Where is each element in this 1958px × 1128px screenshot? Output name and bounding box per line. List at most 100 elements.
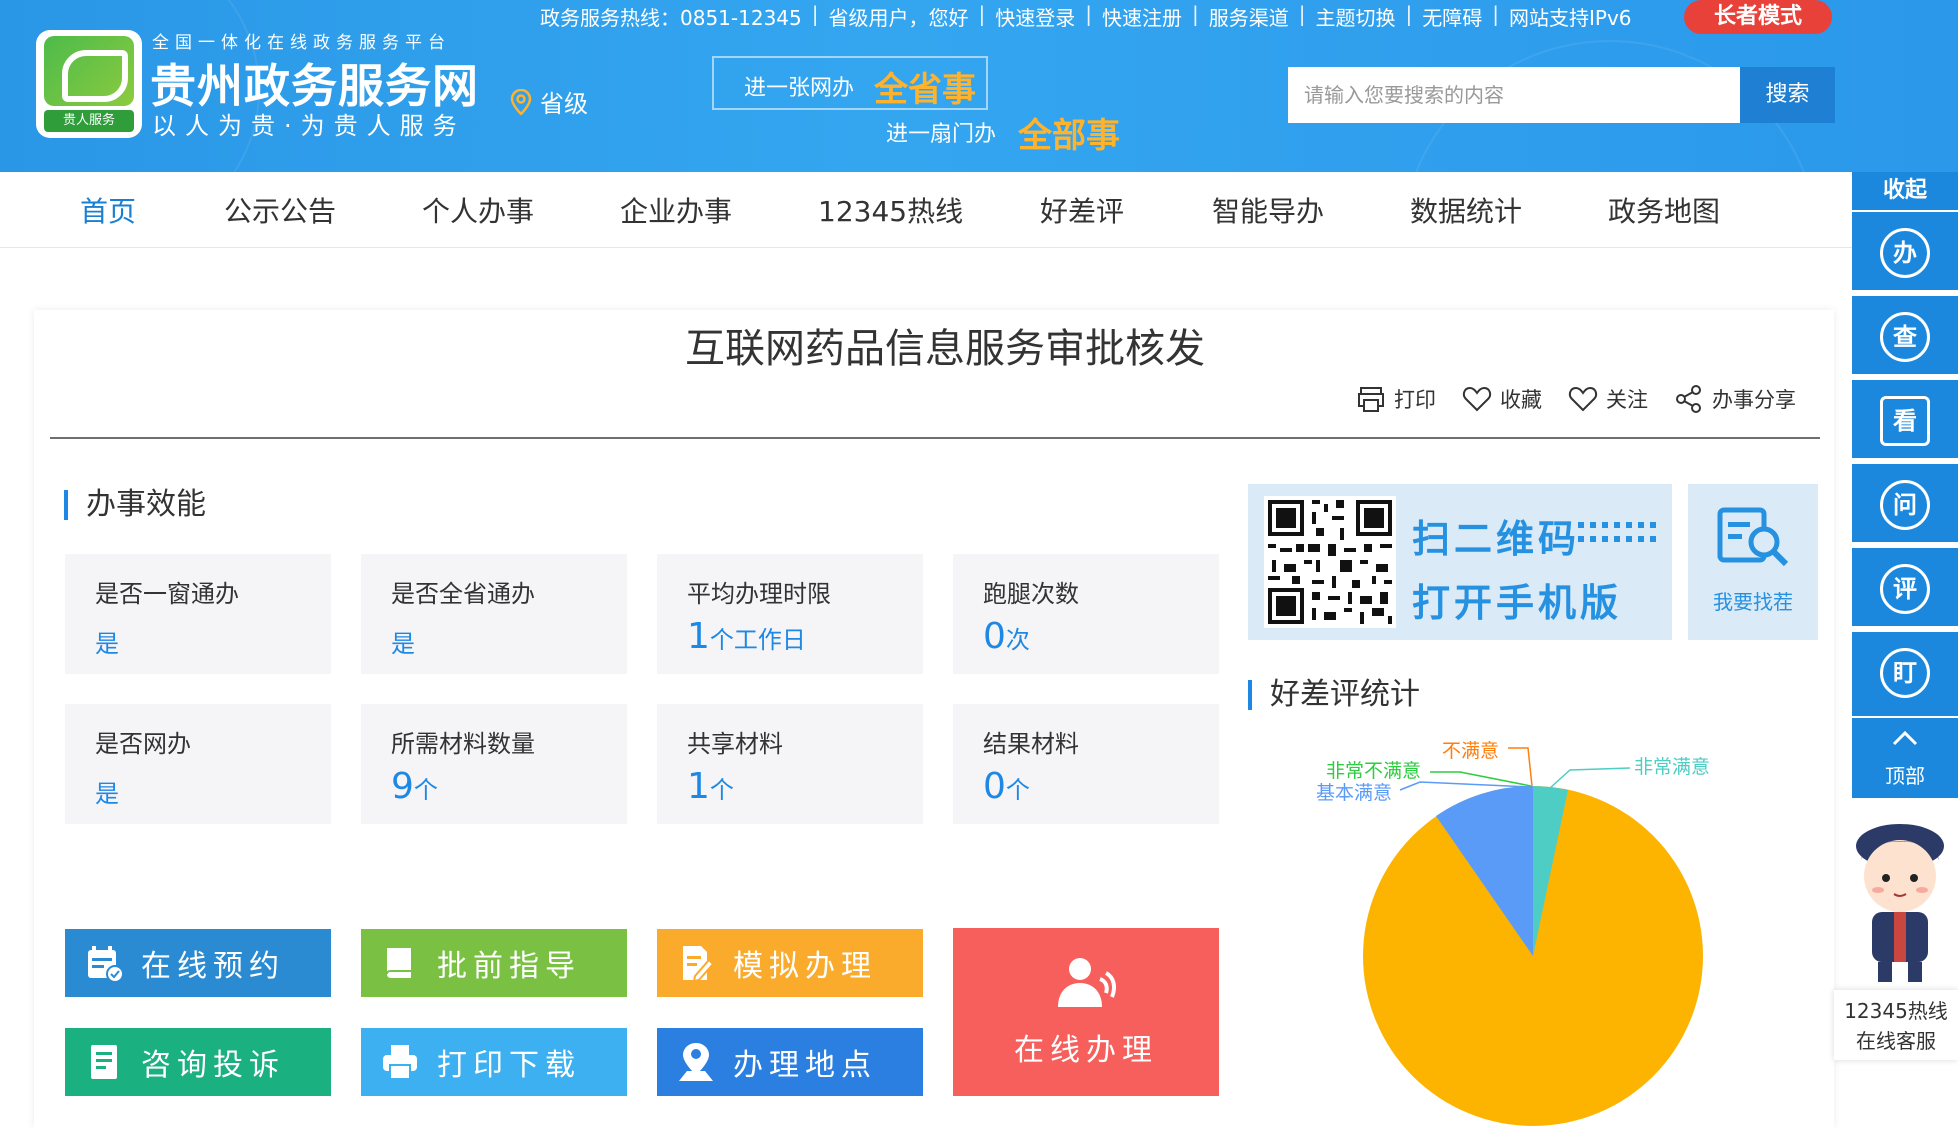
nav-item-home[interactable]: 首页	[80, 190, 136, 230]
stat-materials: 所需材料数量 9个	[361, 704, 627, 824]
collapse-button[interactable]: 收起	[1852, 172, 1958, 210]
qr-code-image	[1264, 496, 1396, 628]
back-to-top-button[interactable]: 顶部	[1852, 716, 1958, 798]
hotline-text: 政务服务热线：0851-12345	[540, 6, 802, 30]
share-icon	[1676, 385, 1701, 413]
search-button[interactable]: 搜索	[1740, 67, 1835, 123]
nav-item-announcements[interactable]: 公示公告	[224, 190, 336, 230]
pre-guidance-button[interactable]: 批前指导	[361, 929, 627, 997]
quick-register-link[interactable]: 快速注册	[1102, 2, 1182, 31]
online-booking-button[interactable]: 在线预约	[65, 929, 331, 997]
quick-login-link[interactable]: 快速登录	[995, 2, 1075, 31]
top-utility-bar: 政务服务热线：0851-12345 | 省级用户，您好 | 快速登录 | 快速注…	[540, 2, 1632, 31]
document-list-icon	[91, 1045, 117, 1079]
stat-province-wide: 是否全省通办 是	[361, 554, 627, 674]
logo-emblem	[44, 36, 134, 106]
stat-value: 0个	[983, 766, 1030, 807]
pre-guidance-label: 批前指导	[437, 949, 581, 984]
print-download-button[interactable]: 打印下载	[361, 1028, 627, 1096]
theme-switch-link[interactable]: 主题切换	[1316, 2, 1396, 31]
consult-complaint-label: 咨询投诉	[141, 1048, 285, 1083]
leader-line-very-satisfied	[1549, 767, 1631, 789]
region-selector[interactable]: 省级	[510, 84, 588, 119]
ipv6-link[interactable]: 网站支持IPv6	[1509, 2, 1632, 31]
share-action[interactable]: 办事分享	[1674, 384, 1796, 414]
leader-line-very-dissatisfied	[1430, 771, 1532, 787]
print-download-label: 打印下载	[437, 1048, 581, 1083]
consult-complaint-button[interactable]: 咨询投诉	[65, 1028, 331, 1096]
stat-label: 所需材料数量	[391, 730, 535, 758]
search-input[interactable]	[1288, 67, 1740, 123]
mascot-avatar[interactable]	[1840, 818, 1958, 988]
nav-item-evaluation[interactable]: 好差评	[1040, 190, 1124, 230]
stat-one-window: 是否一窗通办 是	[65, 554, 331, 674]
favorite-action[interactable]: 收藏	[1462, 384, 1542, 414]
pie-label-dissatisfied: 不满意	[1442, 740, 1500, 762]
search-document-icon	[1717, 507, 1789, 567]
site-logo[interactable]: 贵人服务	[36, 30, 142, 138]
report-issue-panel[interactable]: 我要找茬	[1688, 484, 1818, 640]
stat-value: 9个	[391, 766, 438, 807]
online-handle-label: 在线办理	[1014, 1033, 1158, 1068]
site-slogan: 以人为贵·为贵人服务	[152, 112, 466, 140]
site-header: 贵人服务 全国一体化在线政务服务平台 贵州政务服务网 以人为贵·为贵人服务 省级…	[0, 0, 1958, 172]
elder-mode-button[interactable]: 长者模式	[1684, 0, 1832, 34]
slogan-banner-top: 进一张网办 全省事	[712, 56, 988, 110]
nav-item-personal[interactable]: 个人办事	[422, 190, 534, 230]
stat-label: 跑腿次数	[983, 580, 1079, 608]
sidebar-evaluate-button[interactable]: 评	[1852, 546, 1958, 626]
user-service-icon	[1058, 958, 1116, 1007]
accessibility-link[interactable]: 无障碍	[1422, 2, 1482, 31]
region-label: 省级	[540, 90, 588, 118]
hotline-widget-line1: 12345热线	[1844, 999, 1948, 1023]
online-booking-label: 在线预约	[141, 949, 285, 984]
heart-icon	[1568, 386, 1598, 412]
stat-online: 是否网办 是	[65, 704, 331, 824]
stat-value: 是	[391, 630, 415, 658]
simulate-label: 模拟办理	[733, 949, 877, 984]
service-channels-link[interactable]: 服务渠道	[1209, 2, 1289, 31]
separator: |	[1405, 2, 1413, 26]
location-pin-icon	[510, 88, 532, 115]
follow-label: 关注	[1606, 388, 1648, 412]
sidebar-ask-button[interactable]: 问	[1852, 462, 1958, 542]
location-button[interactable]: 办理地点	[657, 1028, 923, 1096]
watch-icon: 盯	[1880, 648, 1930, 698]
sidebar-watch-button[interactable]: 盯	[1852, 630, 1958, 716]
stat-value: 1个	[687, 766, 734, 807]
nav-item-statistics[interactable]: 数据统计	[1410, 190, 1522, 230]
heart-icon	[1462, 386, 1492, 412]
nav-item-smart-guide[interactable]: 智能导办	[1212, 190, 1324, 230]
simulate-button[interactable]: 模拟办理	[657, 929, 923, 997]
stat-result-materials: 结果材料 0个	[953, 704, 1219, 824]
edit-document-icon	[683, 946, 715, 983]
qr-mobile-panel[interactable]: 扫二维码 打开手机版	[1248, 484, 1672, 640]
hotline-service-widget[interactable]: 12345热线 在线客服	[1834, 990, 1958, 1060]
sidebar-handle-button[interactable]: 办	[1852, 210, 1958, 290]
print-action[interactable]: 打印	[1356, 384, 1436, 414]
banner-line1-highlight: 全省事	[874, 70, 976, 110]
follow-action[interactable]: 关注	[1568, 384, 1648, 414]
qr-scan-text: 扫二维码	[1412, 517, 1581, 561]
banner-line2-highlight: 全部事	[1018, 116, 1120, 156]
evaluation-heading: 好差评统计	[1248, 680, 1420, 710]
book-icon	[386, 948, 411, 978]
stat-label: 平均办理时限	[687, 580, 831, 608]
sidebar-view-button[interactable]: 看	[1852, 378, 1958, 458]
stat-label: 是否网办	[95, 730, 191, 758]
stat-label: 共享材料	[687, 730, 783, 758]
sidebar-query-button[interactable]: 查	[1852, 294, 1958, 374]
chevron-up-icon	[1892, 730, 1918, 746]
print-label: 打印	[1394, 388, 1436, 412]
separator: |	[978, 2, 986, 26]
stat-label: 是否一窗通办	[95, 580, 239, 608]
stat-avg-time: 平均办理时限 1个工作日	[657, 554, 923, 674]
report-issue-label: 我要找茬	[1713, 590, 1793, 614]
evaluate-icon: 评	[1880, 564, 1930, 614]
stat-value: 是	[95, 780, 119, 808]
nav-item-hotline[interactable]: 12345热线	[818, 190, 963, 230]
nav-item-gov-map[interactable]: 政务地图	[1608, 190, 1720, 230]
nav-item-enterprise[interactable]: 企业办事	[620, 190, 732, 230]
stat-value: 是	[95, 630, 119, 658]
online-handle-button[interactable]: 在线办理	[953, 928, 1219, 1096]
